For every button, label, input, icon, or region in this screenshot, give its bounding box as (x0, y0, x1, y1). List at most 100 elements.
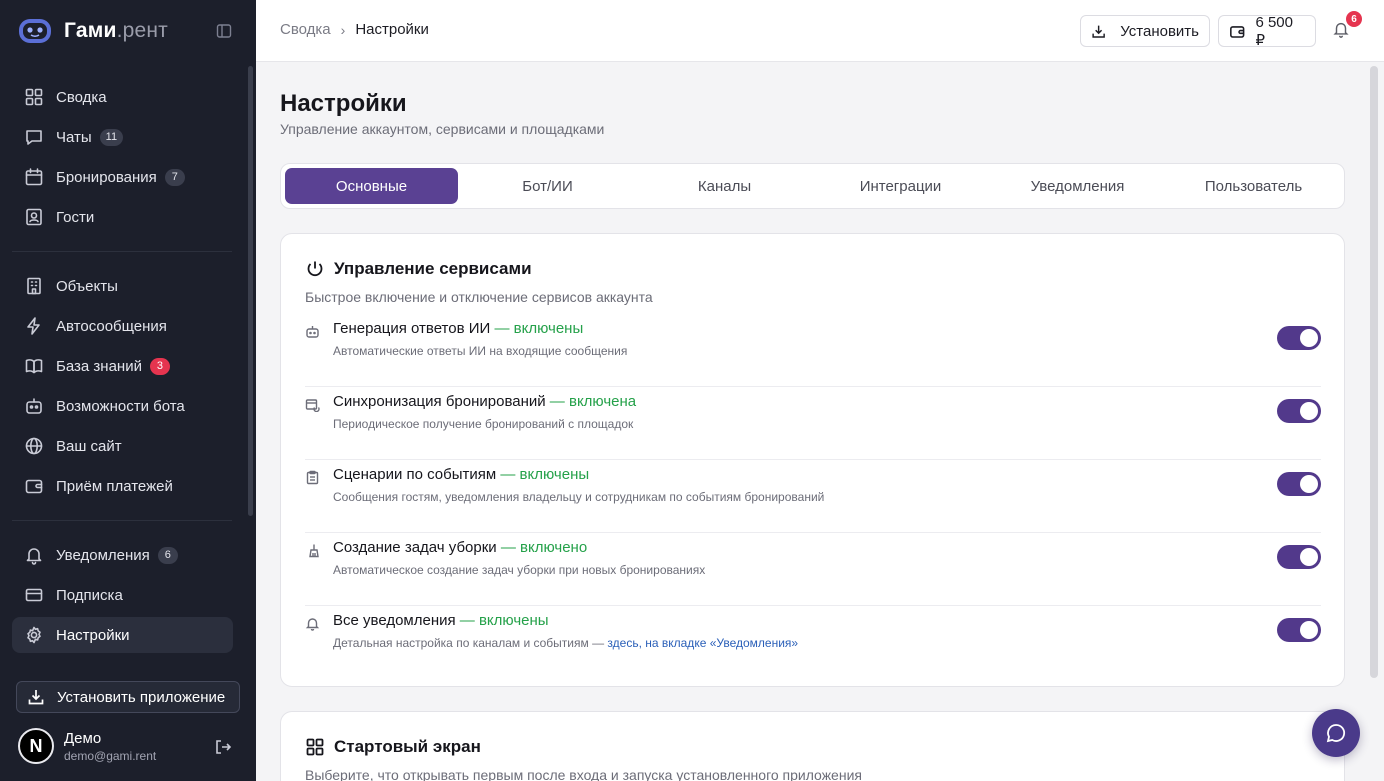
gear-icon (24, 625, 44, 645)
all-notifications-toggle[interactable] (1277, 618, 1321, 642)
install-button[interactable]: Установить (1080, 15, 1210, 47)
wallet-icon (1230, 25, 1245, 38)
start-screen-card-title: Стартовый экран (305, 737, 481, 757)
settings-tabs: Основные Бот/ИИ Каналы Интеграции Уведом… (280, 163, 1345, 209)
dashboard-icon (24, 87, 44, 107)
sidebar-item-dashboard[interactable]: Сводка (12, 79, 233, 115)
tab-notifications[interactable]: Уведомления (991, 168, 1164, 204)
start-screen-card: Стартовый экран Выберите, что открывать … (280, 711, 1345, 781)
sidebar-item-label: Автосообщения (56, 317, 167, 335)
clipboard-icon (305, 470, 320, 485)
tab-general[interactable]: Основные (285, 168, 458, 204)
page-title: Настройки (280, 90, 407, 117)
booking-sync-toggle[interactable] (1277, 399, 1321, 423)
logout-icon[interactable] (214, 738, 232, 756)
service-status: — включено (496, 539, 588, 556)
sidebar: Гами.рент Сводка Чаты 11 Бронирования 7 … (0, 0, 256, 781)
support-chat-button[interactable] (1312, 709, 1360, 757)
top-header: Сводка › Настройки Установить 6 500 ₽ 6 (256, 0, 1384, 62)
chat-icon (24, 127, 44, 147)
chat-bubble-icon (1326, 724, 1346, 743)
bot-icon (24, 396, 44, 416)
service-status: — включены (455, 612, 549, 629)
sidebar-item-automessages[interactable]: Автосообщения (12, 308, 233, 344)
notifications-badge: 6 (1346, 11, 1362, 27)
sidebar-scrollbar[interactable] (248, 66, 253, 516)
sidebar-item-label: Возможности бота (56, 397, 185, 415)
cleaning-tasks-toggle[interactable] (1277, 545, 1321, 569)
service-description: Периодическое получение бронирований с п… (333, 417, 634, 431)
sidebar-item-objects[interactable]: Объекты (12, 268, 233, 304)
tab-integrations[interactable]: Интеграции (814, 168, 987, 204)
sidebar-item-notifications[interactable]: Уведомления 6 (12, 537, 233, 573)
bell-icon (305, 616, 320, 631)
sidebar-item-label: Подписка (56, 586, 123, 604)
notifications-tab-link[interactable]: здесь, на вкладке «Уведомления» (607, 636, 798, 650)
sidebar-item-label: Уведомления (56, 546, 150, 564)
install-app-button[interactable]: Установить приложение (16, 681, 240, 713)
sidebar-item-label: Чаты (56, 128, 92, 146)
service-description: Детальная настройка по каналам и события… (333, 636, 799, 650)
chevron-right-icon: › (340, 21, 346, 38)
service-row-all-notifications: Все уведомления — включены Детальная нас… (305, 606, 1321, 679)
service-row-ai: Генерация ответов ИИ — включены Автомати… (305, 314, 1321, 387)
sidebar-item-payments[interactable]: Приём платежей (12, 468, 233, 504)
bot-icon (305, 324, 320, 339)
guest-icon (24, 207, 44, 227)
brand-name: Гами.рент (64, 19, 168, 42)
services-card-description: Быстрое включение и отключение сервисов … (305, 289, 653, 305)
service-description: Автоматические ответы ИИ на входящие соо… (333, 344, 628, 358)
services-card-title: Управление сервисами (305, 259, 532, 279)
event-scenarios-toggle[interactable] (1277, 472, 1321, 496)
sidebar-collapse-icon[interactable] (216, 23, 232, 39)
power-icon (307, 261, 323, 277)
service-status: — включена (545, 393, 637, 410)
service-description: Сообщения гостям, уведомления владельцу … (333, 490, 825, 504)
building-icon (24, 276, 44, 296)
bookings-count-badge: 7 (164, 168, 185, 186)
balance-button[interactable]: 6 500 ₽ (1218, 14, 1316, 49)
main-scrollbar[interactable] (1370, 66, 1378, 678)
user-profile[interactable]: N Демо demo@gami.rent (18, 726, 240, 766)
service-title: Все уведомления — включены (333, 612, 549, 629)
sidebar-divider (12, 520, 232, 521)
breadcrumb: Сводка › Настройки (280, 21, 429, 38)
user-email: demo@gami.rent (64, 748, 157, 763)
service-status: — включены (490, 320, 584, 337)
download-icon (1092, 25, 1105, 38)
ai-generation-toggle[interactable] (1277, 326, 1321, 350)
tab-bot-ai[interactable]: Бот/ИИ (461, 168, 634, 204)
robot-logo-icon (19, 19, 51, 43)
sidebar-item-subscription[interactable]: Подписка (12, 577, 233, 613)
service-row-event-scenarios: Сценарии по событиям — включены Сообщени… (305, 460, 1321, 533)
sidebar-item-settings[interactable]: Настройки (12, 617, 233, 653)
brand[interactable]: Гами.рент (16, 14, 168, 48)
sidebar-item-guests[interactable]: Гости (12, 199, 233, 235)
wallet-icon (24, 476, 44, 496)
tab-user[interactable]: Пользователь (1167, 168, 1340, 204)
breadcrumb-dashboard-link[interactable]: Сводка (280, 21, 331, 38)
sidebar-item-chats[interactable]: Чаты 11 (12, 119, 233, 155)
tab-channels[interactable]: Каналы (638, 168, 811, 204)
card-icon (24, 585, 44, 605)
service-row-cleaning-tasks: Создание задач уборки — включено Автомат… (305, 533, 1321, 606)
sidebar-item-bot-features[interactable]: Возможности бота (12, 388, 233, 424)
service-description: Автоматическое создание задач уборки при… (333, 563, 706, 577)
user-name: Демо (64, 729, 102, 747)
lightning-icon (24, 316, 44, 336)
grid-icon (306, 738, 324, 756)
globe-icon (24, 436, 44, 456)
notifications-count-badge: 6 (157, 546, 178, 564)
book-icon (24, 356, 44, 376)
sidebar-item-bookings[interactable]: Бронирования 7 (12, 159, 233, 195)
service-title: Создание задач уборки — включено (333, 539, 588, 556)
service-title: Генерация ответов ИИ — включены (333, 320, 584, 337)
broom-icon (305, 543, 320, 558)
sidebar-item-knowledge-base[interactable]: База знаний 3 (12, 348, 233, 384)
sidebar-item-website[interactable]: Ваш сайт (12, 428, 233, 464)
bell-icon (24, 545, 44, 565)
service-status: — включены (496, 466, 590, 483)
sidebar-item-label: Приём платежей (56, 477, 173, 495)
sidebar-item-label: Гости (56, 208, 95, 226)
sidebar-item-label: Бронирования (56, 168, 157, 186)
